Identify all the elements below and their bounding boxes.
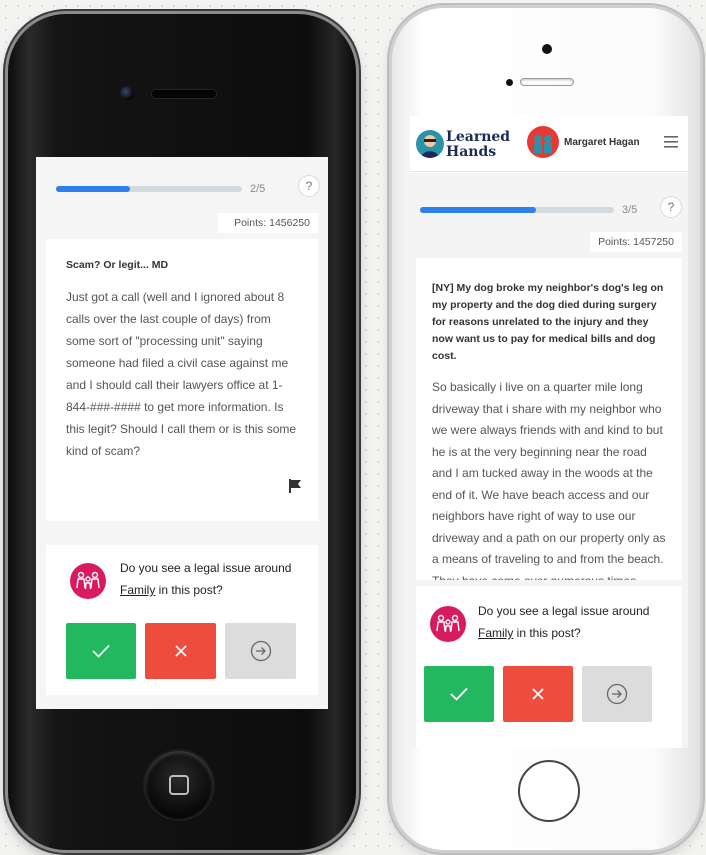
yes-button[interactable] <box>424 666 494 722</box>
topic-link-family[interactable]: Family <box>120 583 155 597</box>
topic-link-family[interactable]: Family <box>478 626 513 640</box>
post-card: [NY] My dog broke my neighbor's dog's le… <box>416 258 682 580</box>
help-button[interactable]: ? <box>298 175 320 197</box>
check-icon <box>450 687 468 701</box>
close-icon <box>174 645 187 657</box>
post-body: Just got a call (well and I ignored abou… <box>66 290 297 458</box>
white-phone-frame: Learned Hands Margaret Hagan 3/5 ? Point… <box>392 8 700 850</box>
help-button[interactable]: ? <box>660 196 682 218</box>
earpiece-speaker <box>152 90 216 98</box>
hamburger-menu-icon[interactable] <box>664 136 678 148</box>
question-suffix: in this post? <box>513 626 581 640</box>
arrow-right-circle-icon <box>606 683 628 705</box>
black-phone-frame: 2/5 ? Points: 1456250 Scam? Or legit... … <box>8 14 356 850</box>
front-camera <box>542 44 552 54</box>
question-card: Do you see a legal issue around Family i… <box>416 586 682 748</box>
logo-text[interactable]: Learned Hands <box>446 130 516 160</box>
progress-fill <box>420 207 537 213</box>
proximity-sensor <box>506 79 513 86</box>
app-header: Learned Hands Margaret Hagan <box>410 116 688 172</box>
family-icon <box>70 563 106 599</box>
question-card: Do you see a legal issue around Family i… <box>46 545 318 695</box>
question-prefix: Do you see a legal issue around <box>478 604 650 618</box>
family-icon <box>430 606 466 642</box>
progress-row: 3/5 <box>410 204 688 216</box>
skip-button[interactable] <box>225 623 296 679</box>
post-title: Scam? Or legit... MD <box>66 259 169 271</box>
front-camera <box>120 86 134 100</box>
points-badge: Points: 1457250 <box>590 232 682 252</box>
no-button[interactable] <box>503 666 573 722</box>
earpiece-speaker <box>520 78 574 86</box>
right-phone-screen: Learned Hands Margaret Hagan 3/5 ? Point… <box>410 116 688 748</box>
post-title: [NY] My dog broke my neighbor's dog's le… <box>432 282 664 362</box>
progress-row: 2/5 <box>36 183 328 195</box>
logo-line-2: Hands <box>446 144 497 160</box>
logo-line-1: Learned <box>446 129 511 145</box>
left-phone-screen: 2/5 ? Points: 1456250 Scam? Or legit... … <box>36 157 328 709</box>
skip-button[interactable] <box>582 666 652 722</box>
progress-step-label: 2/5 <box>250 183 266 195</box>
progress-track <box>420 207 614 213</box>
user-name: Margaret Hagan <box>564 137 640 148</box>
question-suffix: in this post? <box>155 583 223 597</box>
post-body: So basically i live on a quarter mile lo… <box>432 380 666 580</box>
user-avatar[interactable] <box>527 126 559 158</box>
no-button[interactable] <box>145 623 216 679</box>
arrow-right-circle-icon <box>250 640 271 662</box>
points-badge: Points: 1456250 <box>218 213 318 233</box>
logo-icon[interactable] <box>416 130 444 158</box>
check-icon <box>92 644 110 658</box>
post-card: Scam? Or legit... MD Just got a call (we… <box>46 239 318 521</box>
progress-track <box>56 186 242 192</box>
question-text: Do you see a legal issue around Family i… <box>478 600 668 644</box>
progress-step-label: 3/5 <box>622 204 638 216</box>
home-button[interactable] <box>145 751 213 819</box>
flag-icon[interactable] <box>288 479 302 493</box>
close-icon <box>532 688 544 700</box>
yes-button[interactable] <box>66 623 136 679</box>
progress-fill <box>56 186 131 192</box>
question-text: Do you see a legal issue around Family i… <box>120 557 300 601</box>
question-prefix: Do you see a legal issue around <box>120 561 292 575</box>
home-button[interactable] <box>518 760 580 822</box>
